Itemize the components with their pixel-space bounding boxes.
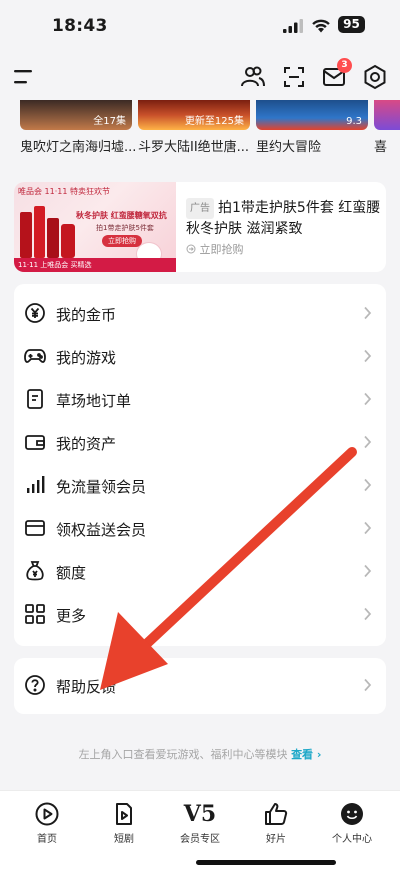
menu-item-quota[interactable]: 额度 <box>14 550 386 593</box>
menu-item-help[interactable]: 帮助反馈 <box>14 664 386 707</box>
chevron-right-icon <box>364 521 372 535</box>
chevron-right-icon <box>364 435 372 449</box>
chevron-right-icon <box>364 392 372 406</box>
menu-item-label: 额度 <box>56 564 87 582</box>
help-icon <box>25 675 45 695</box>
ad-tag: 广告 <box>186 198 214 219</box>
menu-icon[interactable] <box>14 68 36 86</box>
tab-bar: 首页 短剧 V5 会员专区 好片 个人中心 <box>0 790 400 871</box>
video-row: 全17集 更新至125集 9.3 鬼吹灯之南海归墟... 斗罗大陆II绝世唐..… <box>0 100 400 160</box>
tab-label: 会员专区 <box>180 834 220 845</box>
menu-item-label: 帮助反馈 <box>56 678 117 696</box>
video-title[interactable]: 里约大冒险 <box>256 136 321 155</box>
video-thumbnail[interactable]: 更新至125集 <box>138 100 250 130</box>
chevron-right-icon <box>364 478 372 492</box>
video-thumbnail[interactable] <box>374 100 400 130</box>
tab-label: 个人中心 <box>332 834 372 845</box>
profile-icon <box>341 803 363 825</box>
wallet-icon <box>25 435 45 450</box>
menu-item-label: 免流量领会员 <box>56 478 147 496</box>
link-icon <box>186 244 196 254</box>
ad-title: 拍1带走护肤5件套 红蛮腰秋冬护肤 滋润紧致 <box>186 200 381 237</box>
tab-label: 首页 <box>37 834 57 845</box>
ad-banner-brand: 唯品会 11·11 特卖狂欢节 <box>18 187 110 196</box>
chevron-right-icon <box>364 306 372 320</box>
video-thumbnail[interactable]: 9.3 <box>256 100 368 130</box>
product-bottles <box>18 202 78 260</box>
menu-item-coins[interactable]: 我的金币 <box>14 292 386 335</box>
home-indicator <box>196 860 336 865</box>
friends-icon[interactable] <box>240 64 266 90</box>
ad-banner[interactable]: 唯品会 11·11 特卖狂欢节 秋冬护肤 红蛮腰糖氧双抗 拍1带走护肤5件套 立… <box>14 182 176 272</box>
mail-badge: 3 <box>337 58 352 73</box>
tab-short-drama[interactable]: 短剧 <box>89 801 159 845</box>
menu-item-games[interactable]: 我的游戏 <box>14 335 386 378</box>
ad-cta-label: 立即抢购 <box>199 243 244 256</box>
menu-card: 我的金币 我的游戏 草场地订单 我的资产 免流量领会员 领权益送会员 额度 更多 <box>14 284 386 646</box>
chevron-right-icon <box>364 678 372 692</box>
ad-banner-sub: 拍1带走护肤5件套 <box>96 224 154 232</box>
video-title[interactable]: 喜 <box>374 136 387 155</box>
menu-item-more[interactable]: 更多 <box>14 593 386 636</box>
short-drama-icon <box>116 803 132 825</box>
ad-banner-button: 立即抢购 <box>102 235 142 247</box>
menu-item-label: 我的资产 <box>56 435 117 453</box>
video-thumbnail[interactable]: 全17集 <box>20 100 132 130</box>
coin-icon <box>25 303 45 323</box>
episode-count: 更新至125集 <box>184 116 244 127</box>
cellular-signal-icon <box>283 19 303 33</box>
video-title[interactable]: 斗罗大陆II绝世唐... <box>138 136 249 155</box>
hint-link[interactable]: 查看 › <box>291 748 321 761</box>
signal-bars-icon <box>27 476 45 493</box>
tab-vip[interactable]: V5 会员专区 <box>165 801 235 845</box>
ad-cta[interactable]: 立即抢购 <box>186 241 244 257</box>
order-icon <box>27 389 43 409</box>
card-icon <box>25 520 45 536</box>
menu-item-label: 我的游戏 <box>56 349 117 367</box>
episode-count: 全17集 <box>93 116 126 127</box>
wifi-icon <box>312 19 330 33</box>
video-title[interactable]: 鬼吹灯之南海归墟... <box>20 136 136 155</box>
menu-item-label: 更多 <box>56 607 87 625</box>
tab-label: 短剧 <box>114 834 134 845</box>
tab-good-films[interactable]: 好片 <box>241 801 311 845</box>
tab-profile[interactable]: 个人中心 <box>317 801 387 845</box>
menu-item-free-data[interactable]: 免流量领会员 <box>14 464 386 507</box>
gamepad-icon <box>24 349 46 363</box>
ad-banner-headline: 秋冬护肤 红蛮腰糖氧双抗 <box>76 211 167 220</box>
status-bar: 18:43 95 <box>0 0 400 52</box>
grid-icon <box>25 604 45 624</box>
chevron-right-icon <box>364 607 372 621</box>
ad-text[interactable]: 广告 拍1带走护肤5件套 红蛮腰秋冬护肤 滋润紧致 <box>186 198 382 240</box>
status-time: 18:43 <box>52 16 108 36</box>
scan-icon[interactable] <box>281 64 307 90</box>
hint-text: 左上角入口查看爱玩游戏、福利中心等模块 查看 › <box>0 746 400 762</box>
menu-item-orders[interactable]: 草场地订单 <box>14 378 386 421</box>
chevron-right-icon <box>364 349 372 363</box>
battery-indicator: 95 <box>338 16 365 33</box>
menu-item-benefits[interactable]: 领权益送会员 <box>14 507 386 550</box>
tab-home[interactable]: 首页 <box>12 801 82 845</box>
play-icon <box>35 802 59 826</box>
menu-item-assets[interactable]: 我的资产 <box>14 421 386 464</box>
ad-banner-footer: 11·11 上唯品会 买精选 <box>18 261 92 269</box>
menu-item-label: 我的金币 <box>56 306 117 324</box>
menu-item-label: 草场地订单 <box>56 392 132 410</box>
thumbs-up-icon <box>265 803 288 825</box>
money-bag-icon <box>26 561 44 581</box>
settings-icon[interactable] <box>362 64 388 90</box>
help-card: 帮助反馈 <box>14 658 386 714</box>
menu-item-label: 领权益送会员 <box>56 521 147 539</box>
hint-message: 左上角入口查看爱玩游戏、福利中心等模块 <box>78 748 288 761</box>
tab-label: 好片 <box>266 834 286 845</box>
rating: 9.3 <box>346 116 362 127</box>
v5-icon: V5 <box>183 801 217 827</box>
chevron-right-icon <box>364 564 372 578</box>
